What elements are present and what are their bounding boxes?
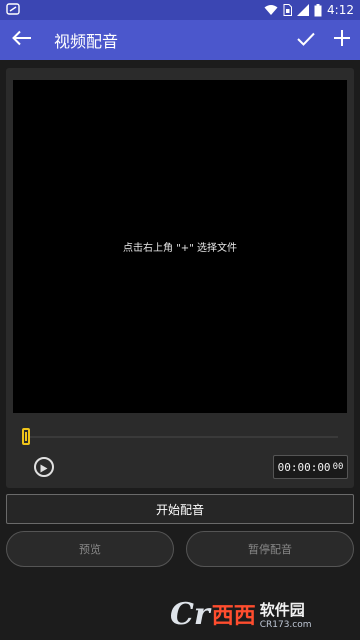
watermark-name: 软件园	[259, 600, 305, 619]
time-sub: 00	[332, 462, 344, 472]
status-time: 4:12	[327, 3, 354, 17]
battery-icon	[314, 3, 322, 17]
select-file-hint: 点击右上角 "+" 选择文件	[123, 243, 237, 254]
time-main: 00:00:00	[277, 460, 331, 474]
preview-button[interactable]: 预览	[6, 531, 174, 567]
watermark-logo-cr: Cr	[170, 596, 210, 632]
timeline-handle[interactable]	[22, 428, 30, 445]
watermark-logo-mark: 西西	[211, 604, 256, 629]
back-button[interactable]	[2, 20, 42, 60]
status-bar: 4:12	[0, 0, 360, 20]
video-preview-area[interactable]: 点击右上角 "+" 选择文件	[13, 80, 347, 413]
timeline-track[interactable]	[28, 436, 338, 438]
watermark-url: CR173.com	[259, 619, 312, 630]
signal-icon	[297, 4, 310, 16]
app-bar: 视频配音	[0, 20, 360, 60]
play-icon	[40, 458, 48, 477]
plus-icon	[333, 29, 351, 51]
check-icon	[297, 31, 315, 50]
page-title: 视频配音	[54, 32, 119, 51]
watermark-logo: Cr 西西 软件园 CR173.com	[170, 590, 356, 638]
time-display: 00:00:00 00	[273, 455, 348, 479]
wifi-icon	[264, 4, 278, 16]
play-button[interactable]	[34, 457, 54, 477]
app-notification-icon	[6, 2, 20, 19]
pause-dubbing-button[interactable]: 暂停配音	[186, 531, 354, 567]
arrow-left-icon	[12, 30, 32, 50]
sim-icon	[283, 4, 293, 16]
video-panel: 点击右上角 "+" 选择文件 00:00:00 00	[6, 68, 354, 488]
start-dubbing-button[interactable]: 开始配音	[6, 494, 354, 524]
confirm-button[interactable]	[288, 20, 324, 60]
add-file-button[interactable]	[324, 20, 360, 60]
